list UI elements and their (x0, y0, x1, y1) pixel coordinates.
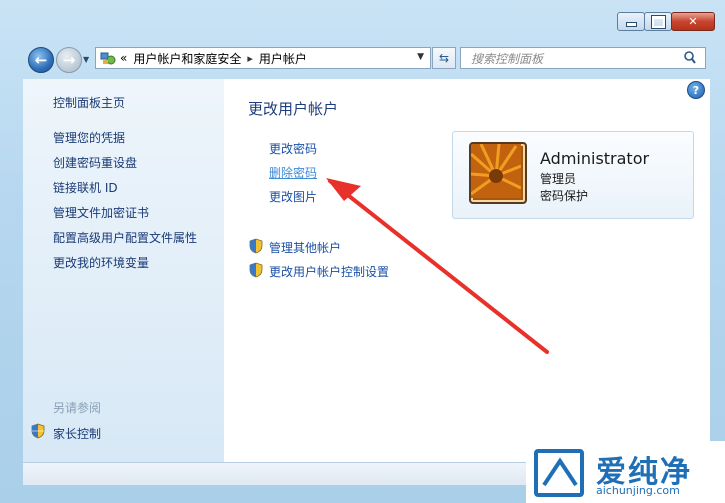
watermark-url: aichunjing.com (596, 484, 680, 497)
annotation-arrow (326, 178, 549, 354)
watermark-logo: 爱纯净 aichunjing.com (526, 441, 725, 503)
watermark-emblem-icon (534, 449, 584, 497)
control-panel-window: ✕ ← → ▼ « 用户帐户和家庭安全 ▸ 用户帐户 ▼ ⇆ 控制面板主页 管理… (0, 0, 725, 503)
